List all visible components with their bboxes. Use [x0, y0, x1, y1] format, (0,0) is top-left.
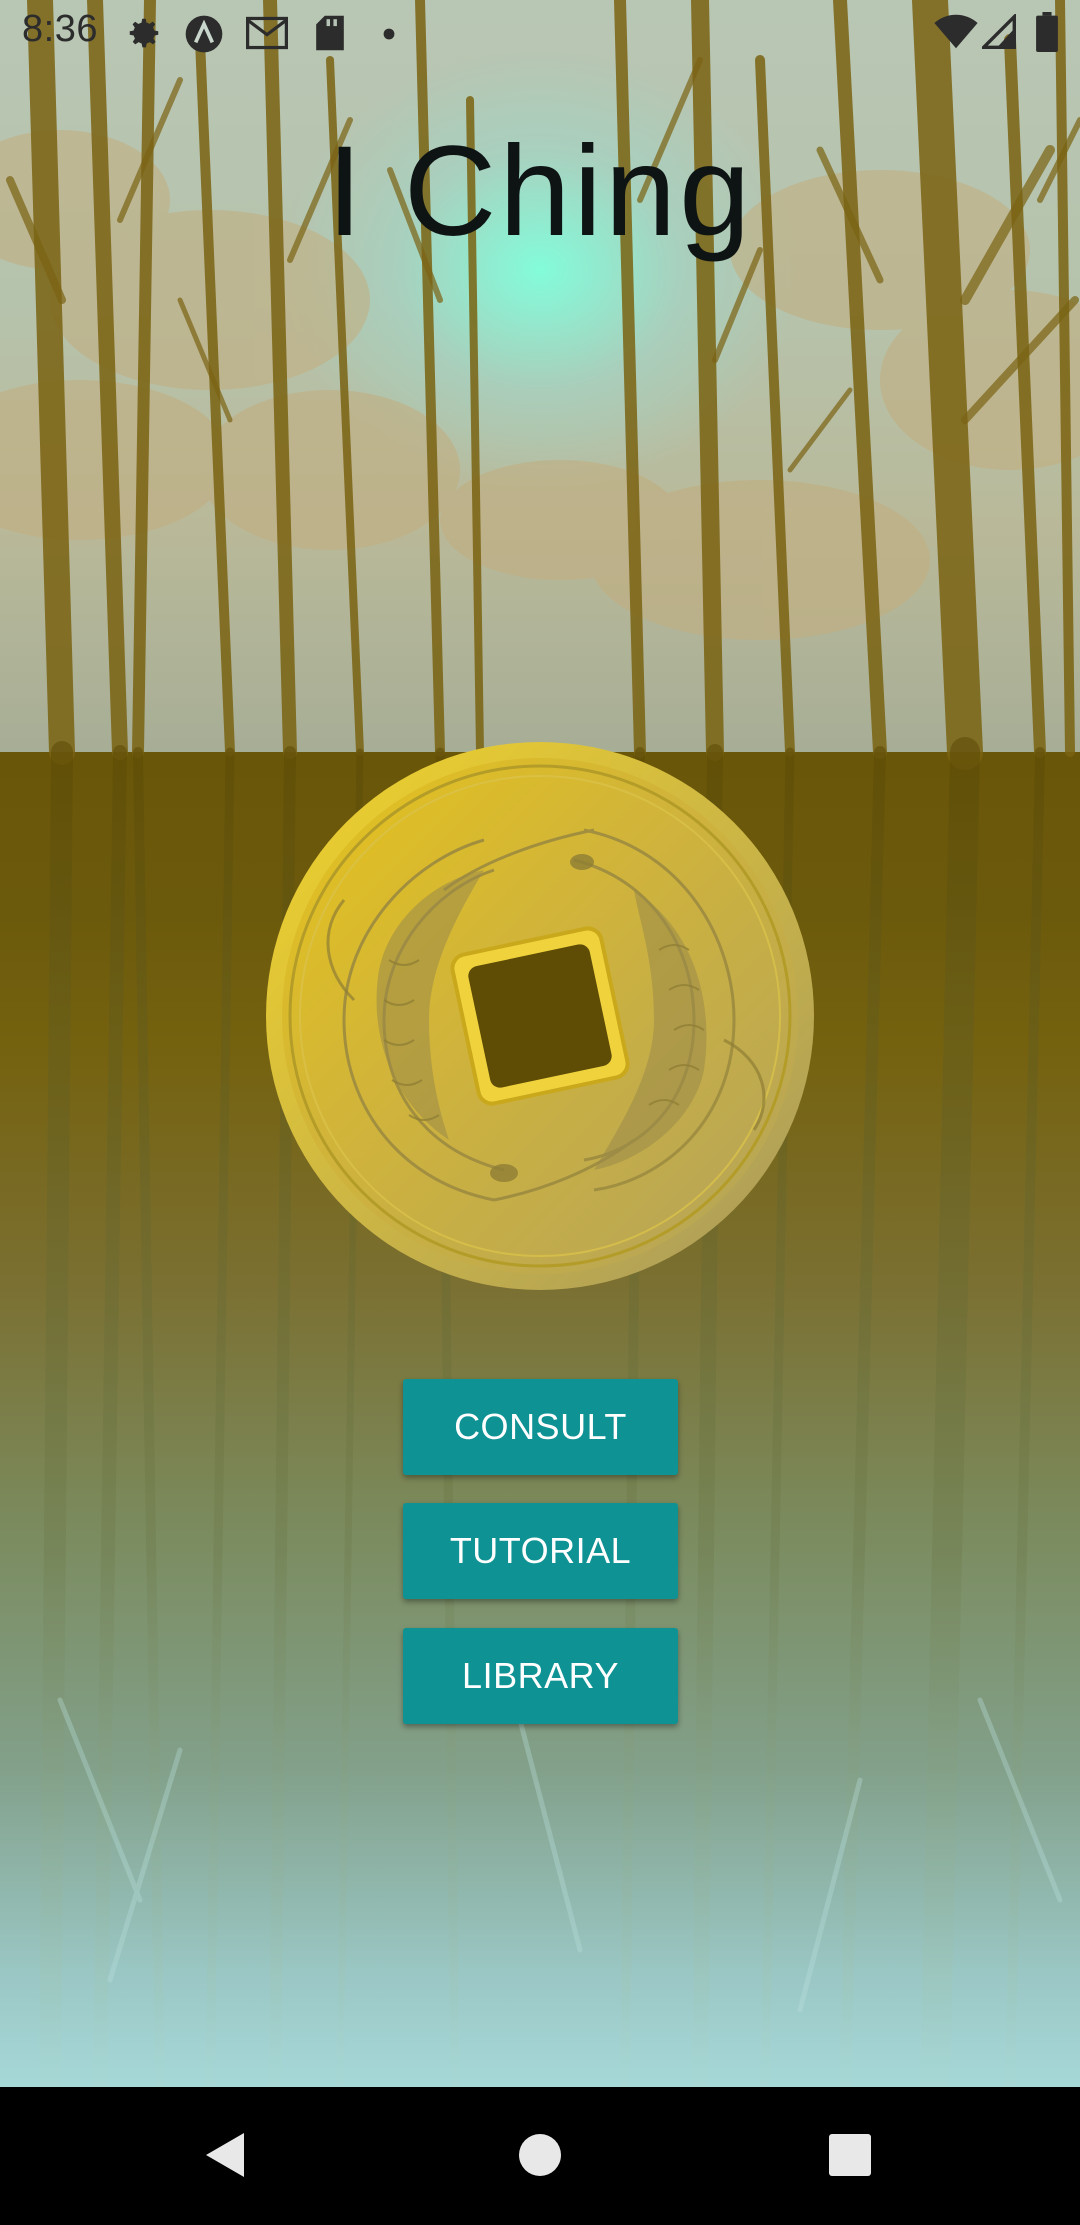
- status-time: 8:36: [22, 8, 98, 50]
- a-circle-icon: [184, 14, 224, 59]
- status-bar: 8:36: [0, 0, 1080, 66]
- dot-icon: [383, 27, 395, 45]
- home-icon[interactable]: [460, 2087, 620, 2220]
- sd-card-icon: [314, 14, 346, 57]
- navigation-bar: [0, 2087, 1080, 2220]
- battery-icon: [1036, 12, 1058, 57]
- consult-button[interactable]: CONSULT: [403, 1379, 678, 1475]
- recents-icon[interactable]: [770, 2087, 930, 2220]
- wifi-icon: [934, 14, 978, 55]
- gmail-icon: [246, 14, 288, 57]
- gear-icon: [125, 14, 163, 57]
- library-button[interactable]: LIBRARY: [403, 1628, 678, 1724]
- main-screen: 8:36 I Ching CONSULT TUTORIAL LIBRARY: [0, 0, 1080, 2087]
- coin-image[interactable]: [264, 740, 816, 1292]
- back-icon[interactable]: [148, 2087, 308, 2220]
- tutorial-button[interactable]: TUTORIAL: [403, 1503, 678, 1599]
- signal-icon: [979, 12, 1016, 55]
- app-title: I Ching: [326, 120, 754, 263]
